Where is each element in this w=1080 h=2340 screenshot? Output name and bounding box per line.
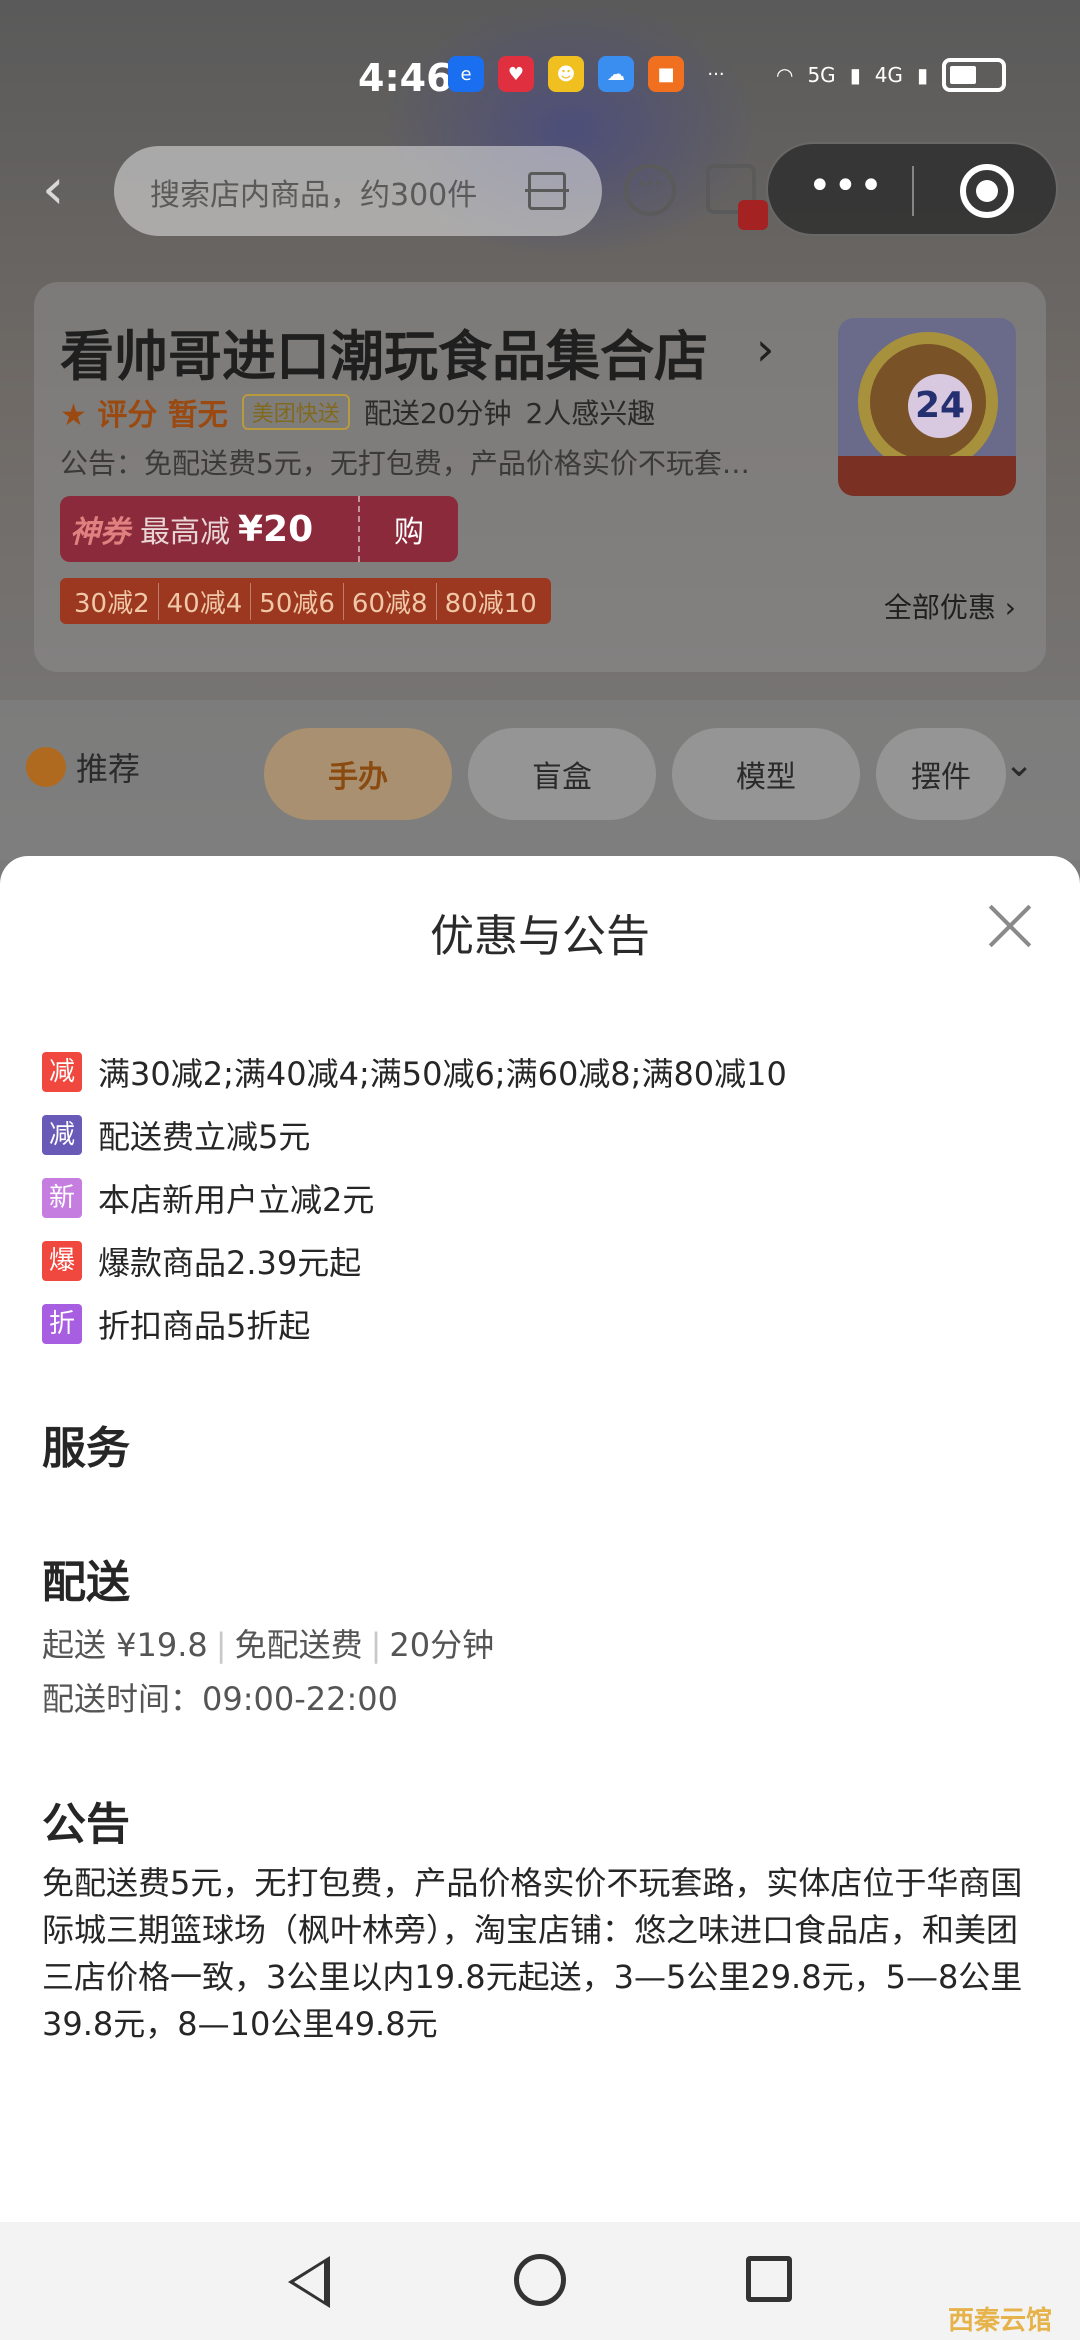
divider: | xyxy=(370,1626,382,1664)
discount-chip: 30减2 xyxy=(66,582,159,620)
status-bar: 4:46 e ♥ ☻ ☁ ■ ··· ◠ 5G ▮ 4G ▮ xyxy=(0,40,1080,120)
promo-badge: 爆 xyxy=(42,1240,82,1281)
app-notification-icon: ♥ xyxy=(498,56,534,92)
miniprogram-capsule: ••• xyxy=(766,142,1058,236)
all-promos-link[interactable]: 全部优惠 › xyxy=(884,586,1016,626)
chat-icon[interactable]: ··· xyxy=(624,164,676,216)
category-pill-ornaments[interactable]: 摆件 xyxy=(876,728,1006,820)
category-bar: 推荐 手办 盲盒 模型 摆件 ⌄ xyxy=(0,700,1080,860)
more-notifications-icon: ··· xyxy=(707,63,725,85)
system-nav-bar xyxy=(0,2222,1080,2340)
discount-chip: 60减8 xyxy=(344,582,437,620)
category-pill-figures[interactable]: 手办 xyxy=(264,728,452,820)
promo-badge: 减 xyxy=(42,1051,82,1092)
service-heading: 服务 xyxy=(42,1423,130,1474)
back-button[interactable]: ‹ xyxy=(42,162,88,218)
app-notification-icon: e xyxy=(448,56,484,92)
delivery-info: 起送 ¥19.8 | 免配送费 | 20分钟 xyxy=(42,1620,494,1666)
store-notice: 公告：免配送费5元，无打包费，产品价格实价不玩套… xyxy=(60,447,750,480)
delivery-fee: 免配送费 xyxy=(234,1626,363,1664)
promo-text: 配送费立减5元 xyxy=(98,1117,311,1156)
search-input[interactable]: 搜索店内商品，约300件 xyxy=(114,146,602,236)
signal-5g-label: 5G xyxy=(807,63,836,87)
discount-chip: 50减6 xyxy=(251,582,344,620)
nav-recents-icon[interactable] xyxy=(746,2256,792,2302)
promo-item: 爆 爆款商品2.39元起 xyxy=(42,1229,1042,1292)
logo-number: 24 xyxy=(908,374,972,438)
promo-item: 减 配送费立减5元 xyxy=(42,1103,1042,1166)
red-packet-icon xyxy=(738,200,768,230)
scan-icon[interactable] xyxy=(525,172,569,210)
promo-text: 折扣商品5折起 xyxy=(98,1306,311,1345)
store-name: 看帅哥进口潮玩食品集合店 xyxy=(60,325,708,388)
close-icon[interactable] xyxy=(986,902,1034,950)
recommend-label: 推荐 xyxy=(76,750,141,788)
signal-icon: ▮ xyxy=(849,63,861,87)
close-miniprogram-button[interactable] xyxy=(960,164,1014,218)
interest-count: 2人感兴趣 xyxy=(525,397,656,430)
discount-chip: 80减10 xyxy=(444,588,537,619)
promo-item: 减 满30减2;满40减4;满50减6;满60减8;满80减10 xyxy=(42,1040,1042,1103)
promo-text: 爆款商品2.39元起 xyxy=(98,1243,362,1282)
app-notification-icon: ■ xyxy=(648,56,684,92)
battery-icon xyxy=(941,58,1006,92)
rating-text: 评分 暂无 xyxy=(97,398,228,433)
promo-badge: 减 xyxy=(42,1114,82,1155)
promo-badge: 新 xyxy=(42,1177,82,1218)
delivery-duration: 20分钟 xyxy=(389,1626,495,1664)
all-promos-label: 全部优惠 xyxy=(883,591,996,624)
min-order: 起送 ¥19.8 xyxy=(42,1626,208,1664)
promo-item: 新 本店新用户立减2元 xyxy=(42,1166,1042,1229)
store-header-card[interactable]: 看帅哥进口潮玩食品集合店 › ★ 评分 暂无 美团快送 配送20分钟 2人感兴趣… xyxy=(34,282,1046,672)
promo-list: 减 满30减2;满40减4;满50减6;满60减8;满80减10 减 配送费立减… xyxy=(42,1040,1042,1355)
capsule-divider xyxy=(912,166,914,216)
signal-icon: ▮ xyxy=(916,63,928,87)
app-notification-icon: ☻ xyxy=(548,56,584,92)
signal-4g-label: 4G xyxy=(874,63,903,87)
status-time: 4:46 xyxy=(358,56,453,100)
divider: | xyxy=(215,1626,227,1664)
more-options-button[interactable]: ••• xyxy=(808,166,885,206)
category-recommend[interactable]: 推荐 xyxy=(26,744,140,790)
promo-text: 本店新用户立减2元 xyxy=(98,1180,375,1219)
delivery-tag: 美团快送 xyxy=(241,394,350,430)
wifi-icon: ◠ xyxy=(776,63,794,87)
status-right: ◠ 5G ▮ 4G ▮ xyxy=(776,58,1006,92)
nav-home-icon[interactable] xyxy=(514,2254,566,2306)
coupon-buy-button[interactable]: 购 xyxy=(358,496,458,562)
promo-badge: 折 xyxy=(42,1303,82,1344)
chevron-down-icon[interactable]: ⌄ xyxy=(1004,744,1034,785)
top-nav: ‹ 搜索店内商品，约300件 ··· ••• xyxy=(0,140,1080,240)
search-placeholder: 搜索店内商品，约300件 xyxy=(150,178,478,213)
delivery-heading: 配送 xyxy=(42,1557,130,1608)
coupon-tag: 神券 xyxy=(70,515,130,550)
donut-logo-icon: 24 xyxy=(858,332,998,472)
store-rating: ★ 评分 暂无 xyxy=(60,398,228,433)
discount-chip: 40减4 xyxy=(159,582,252,620)
store-logo: 24 xyxy=(838,318,1016,496)
category-pill-blindbox[interactable]: 盲盒 xyxy=(468,728,656,820)
promo-text: 满30减2;满40减4;满50减6;满60减8;满80减10 xyxy=(98,1054,787,1093)
announcement-heading: 公告 xyxy=(42,1799,130,1850)
sheet-title: 优惠与公告 xyxy=(430,911,650,962)
recommend-icon xyxy=(26,747,66,787)
nav-back-icon[interactable] xyxy=(288,2256,330,2308)
delivery-time: 配送20分钟 xyxy=(363,397,512,430)
chevron-right-icon: › xyxy=(756,322,775,376)
coupon-text: 最高减 xyxy=(140,515,230,550)
logo-brick-base xyxy=(838,456,1016,496)
coupon-amount: ¥20 xyxy=(238,508,314,550)
store-meta: ★ 评分 暂无 美团快送 配送20分钟 2人感兴趣 xyxy=(60,390,655,434)
promo-item: 折 折扣商品5折起 xyxy=(42,1292,1042,1355)
coupon-card[interactable]: 神券 最高减 ¥20 购 xyxy=(60,496,458,562)
announcement-text: 免配送费5元，无打包费，产品价格实价不玩套路，实体店位于华商国际城三期篮球场（枫… xyxy=(42,1864,1023,2043)
discount-strip: 30减2 40减4 50减6 60减8 80减10 xyxy=(60,578,551,624)
notification-icons: e ♥ ☻ ☁ ■ ··· xyxy=(448,56,734,92)
delivery-hours: 配送时间：09:00-22:00 xyxy=(42,1680,398,1718)
promo-notice-sheet: 优惠与公告 减 满30减2;满40减4;满50减6;满60减8;满80减10 减… xyxy=(0,856,1080,2222)
category-pill-models[interactable]: 模型 xyxy=(672,728,860,820)
cloud-icon: ☁ xyxy=(598,56,634,92)
watermark: 西秦云馆 xyxy=(948,2306,1053,2336)
